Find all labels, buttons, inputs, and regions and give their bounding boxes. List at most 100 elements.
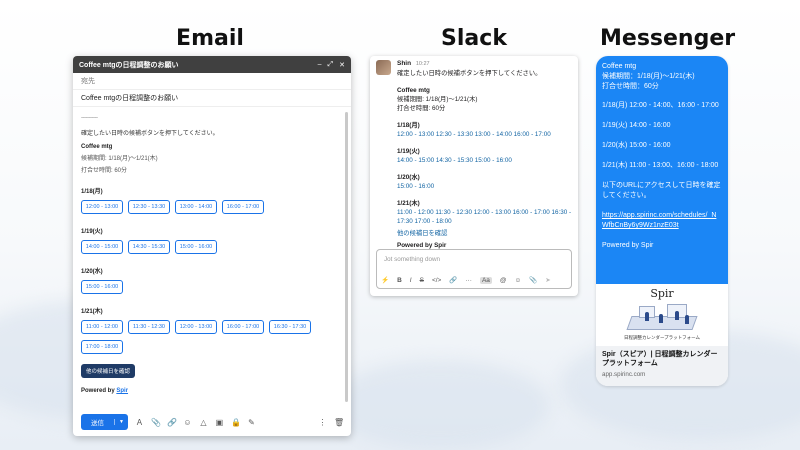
photo-icon[interactable]: ▣ — [215, 418, 224, 427]
slot-group: 15:00 - 16:00 — [81, 280, 335, 294]
compose-toolbar: 送信 ▼ A 📎 🔗 ☺ △ ▣ 🔒 ✎ ⋮ 🗑 — [73, 408, 351, 436]
link-icon[interactable]: 🔗 — [449, 276, 457, 284]
italic-icon[interactable]: I — [410, 277, 412, 284]
message-body: 確定したい日時の候補ボタンを押下してください。 Coffee mtg 候補期間:… — [397, 69, 573, 250]
powered-by: Powered by Spir — [602, 242, 654, 249]
signature-icon[interactable]: ✎ — [247, 418, 256, 427]
gmail-compose-window: Coffee mtgの日程調整のお願い – ⤢ ✕ 宛先 Coffee mtgの… — [73, 56, 351, 436]
slot-group: 14:00 - 15:00 14:30 - 15:30 15:00 - 16:0… — [81, 240, 335, 254]
time-slot-button[interactable]: 12:00 - 13:00 — [81, 200, 123, 214]
message-bubble: Coffee mtg 候補期間：1/18(月)〜1/21(木) 打合せ時間：60… — [596, 56, 728, 284]
message-time: 10:27 — [415, 61, 430, 67]
time-slot-button[interactable]: 12:30 - 13:30 — [128, 200, 170, 214]
day-slots: 1/20(水) 15:00 - 16:00 — [602, 142, 671, 149]
minimize-icon[interactable]: – — [318, 61, 322, 69]
meeting-duration: 打合せ時間：60分 — [602, 83, 659, 90]
schedule-link[interactable]: https://app.spirinc.com/schedules/_NWfbC… — [602, 211, 722, 231]
more-options-icon[interactable]: ⋮ — [318, 418, 327, 427]
strikethrough-icon[interactable]: S — [420, 277, 424, 284]
more-formatting-icon[interactable]: ··· — [465, 277, 472, 284]
send-icon[interactable]: ➤ — [545, 276, 550, 284]
time-slot-button[interactable]: 15:00 - 16:00 — [81, 280, 123, 294]
message-input[interactable]: Jot something down ⚡ B I S </> 🔗 ··· Aa … — [376, 249, 572, 289]
subject-value: Coffee mtgの日程調整のお願い — [81, 95, 179, 102]
format-toggle-icon[interactable]: Aa — [479, 276, 492, 284]
time-slot-button[interactable]: 17:00 - 18:00 — [81, 340, 123, 354]
time-slot-links[interactable]: 15:00 - 16:00 — [397, 182, 573, 191]
time-slot-links[interactable]: 11:00 - 12:00 11:30 - 12:30 12:00 - 13:0… — [397, 208, 573, 226]
day-label: 1/19(火) — [81, 229, 103, 235]
emoji-icon[interactable]: ☺ — [515, 277, 522, 284]
time-slot-button[interactable]: 15:00 - 16:00 — [175, 240, 217, 254]
compose-titlebar: Coffee mtgの日程調整のお願い – ⤢ ✕ — [73, 56, 351, 73]
time-slot-button[interactable]: 11:30 - 12:30 — [128, 320, 170, 334]
day-block: 1/21(木) 11:00 - 12:00 11:30 - 12:30 12:0… — [397, 199, 573, 226]
spir-link[interactable]: Spir — [116, 388, 128, 394]
meeting-duration: 打合せ時間: 60分 — [81, 168, 128, 174]
other-dates-link[interactable]: 他の候補日を確認 — [397, 229, 573, 238]
time-slot-links[interactable]: 14:00 - 15:00 14:30 - 15:30 15:00 - 16:0… — [397, 156, 573, 165]
time-slot-button[interactable]: 16:30 - 17:30 — [269, 320, 311, 334]
preview-image: Spir 日程調整カレンダープラットフォーム — [596, 284, 728, 346]
time-slot-button[interactable]: 12:00 - 13:00 — [175, 320, 217, 334]
time-slot-button[interactable]: 13:00 - 14:00 — [175, 200, 217, 214]
day-label: 1/21(木) — [397, 200, 420, 207]
messenger-section-title: Messenger — [600, 26, 736, 51]
expand-icon[interactable]: ⤢ — [328, 61, 334, 69]
compose-title: Coffee mtgの日程調整のお願い — [79, 61, 179, 69]
code-icon[interactable]: </> — [432, 277, 441, 284]
sender-name[interactable]: Shin — [397, 60, 411, 67]
trash-icon[interactable]: 🗑 — [334, 418, 344, 427]
subject-field[interactable]: Coffee mtgの日程調整のお願い — [73, 90, 351, 107]
attach-icon[interactable]: 📎 — [151, 418, 161, 427]
slack-message-panel: Shin 10:27 確定したい日時の候補ボタンを押下してください。 Coffe… — [370, 56, 578, 296]
day-slots: 1/21(木) 11:00 - 13:00、16:00 - 18:00 — [602, 162, 719, 169]
send-options-icon[interactable]: ▼ — [114, 419, 128, 425]
input-placeholder: Jot something down — [384, 256, 441, 263]
emoji-icon[interactable]: ☺ — [183, 418, 192, 427]
to-field[interactable]: 宛先 — [73, 73, 351, 90]
link-preview-card[interactable]: Spir 日程調整カレンダープラットフォーム Spir（スピア）| 日程調整カレ… — [596, 284, 728, 386]
spir-logo: Spir — [650, 287, 674, 300]
link-icon[interactable]: 🔗 — [167, 418, 177, 427]
day-slots: 1/19(火) 14:00 - 16:00 — [602, 122, 671, 129]
text-format-icon[interactable]: A — [135, 418, 144, 427]
close-icon[interactable]: ✕ — [339, 61, 345, 69]
email-section-title: Email — [176, 26, 244, 51]
compose-body[interactable]: ----------- 確定したい日時の候補ボタンを押下してください。 Coff… — [73, 108, 343, 408]
drive-icon[interactable]: △ — [199, 418, 208, 427]
time-slot-button[interactable]: 16:00 - 17:00 — [222, 320, 264, 334]
time-slot-button[interactable]: 14:00 - 15:00 — [81, 240, 123, 254]
mention-icon[interactable]: @ — [500, 277, 507, 284]
day-label: 1/20(水) — [81, 269, 103, 275]
day-label: 1/19(火) — [397, 148, 420, 155]
avatar[interactable] — [376, 60, 391, 75]
other-dates-button[interactable]: 他の候補日を確認 — [81, 364, 136, 378]
slack-section-title: Slack — [441, 26, 507, 51]
day-block: 1/20(水) 15:00 - 16:00 — [397, 173, 573, 191]
bold-icon[interactable]: B — [397, 277, 402, 284]
day-slots: 1/18(月) 12:00 - 14:00、16:00 - 17:00 — [602, 102, 719, 109]
slot-group: 11:00 - 12:00 11:30 - 12:30 12:00 - 13:0… — [81, 320, 335, 354]
slot-group: 12:00 - 13:00 12:30 - 13:30 13:00 - 14:0… — [81, 200, 335, 214]
confidential-icon[interactable]: 🔒 — [231, 418, 241, 427]
send-button[interactable]: 送信 ▼ — [81, 414, 128, 430]
shortcut-icon[interactable]: ⚡ — [381, 276, 389, 284]
send-label: 送信 — [91, 420, 104, 427]
time-slot-button[interactable]: 14:30 - 15:30 — [128, 240, 170, 254]
background-cloud — [330, 360, 550, 450]
event-info: Coffee mtg 候補期間: 1/18(月)〜1/21(木) 打合せ時間: … — [397, 86, 573, 113]
preview-domain: app.spirinc.com — [602, 371, 646, 378]
time-slot-links[interactable]: 12:00 - 13:00 12:30 - 13:30 13:00 - 14:0… — [397, 130, 573, 139]
attach-icon[interactable]: 📎 — [529, 276, 537, 284]
compose-scrollbar[interactable] — [345, 112, 348, 402]
time-slot-button[interactable]: 11:00 - 12:00 — [81, 320, 123, 334]
time-slot-button[interactable]: 16:00 - 17:00 — [222, 200, 264, 214]
event-title: Coffee mtg — [81, 144, 113, 150]
event-title: Coffee mtg — [602, 63, 637, 70]
composer-toolbar: ⚡ B I S </> 🔗 ··· Aa @ ☺ 📎 ➤ — [381, 276, 551, 284]
preview-caption: 日程調整カレンダープラットフォーム — [623, 335, 701, 340]
calendar-illustration — [623, 302, 701, 334]
url-instruction: 以下のURLにアクセスして日時を確定してください。 — [602, 182, 721, 199]
candidate-period: 候補期間：1/18(月)〜1/21(木) — [602, 73, 695, 80]
